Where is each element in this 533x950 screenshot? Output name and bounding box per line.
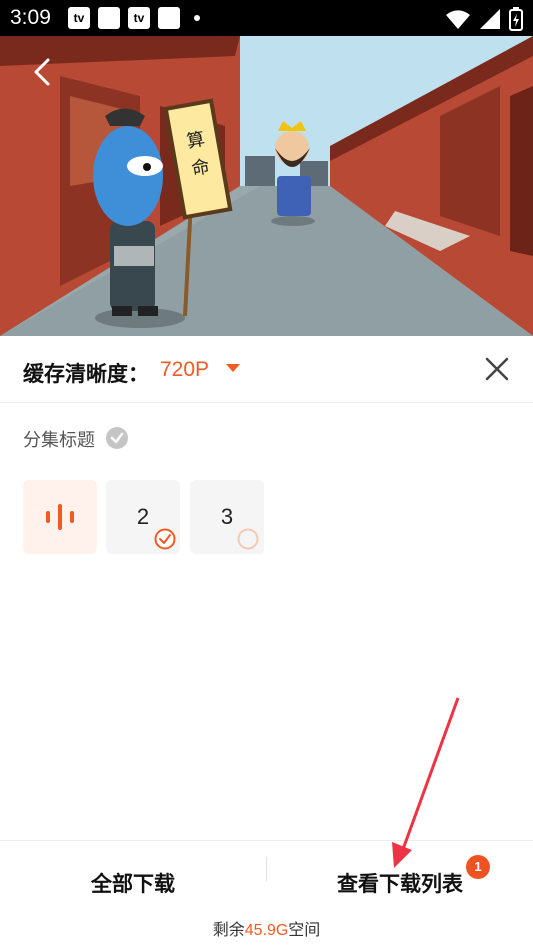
- system-icons: [445, 7, 523, 31]
- square-icon: [158, 7, 180, 29]
- back-arrow-icon[interactable]: [24, 54, 60, 90]
- sign-text-1: 算: [185, 129, 206, 153]
- resolution-label: 缓存清晰度：: [23, 363, 149, 386]
- divider: [266, 857, 267, 881]
- close-icon[interactable]: [483, 355, 511, 383]
- episode-item-1[interactable]: [23, 480, 97, 554]
- tv-icon: tv: [128, 7, 150, 29]
- episode-title-label: 分集标题: [23, 430, 95, 450]
- view-download-list-button[interactable]: 查看下载列表: [318, 868, 482, 898]
- caret-down-icon[interactable]: [226, 364, 240, 372]
- episode-item-3[interactable]: 3: [190, 480, 264, 554]
- downloaded-check-icon: [154, 528, 176, 550]
- notification-icons: tv tv: [68, 7, 200, 29]
- storage-prefix: 剩余: [212, 922, 245, 939]
- video-scene: 算 命: [0, 36, 533, 336]
- battery-icon: [509, 7, 523, 31]
- status-bar: 3:09 tv tv: [0, 0, 533, 36]
- download-all-button[interactable]: 全部下载: [60, 868, 206, 898]
- check-circle-icon[interactable]: [106, 427, 128, 449]
- storage-value: 45.9G: [244, 922, 289, 939]
- signal-icon: [480, 9, 500, 29]
- status-time: 3:09: [10, 6, 51, 29]
- storage-suffix: 空间: [288, 922, 321, 939]
- empty-circle-icon: [237, 528, 259, 550]
- wifi-icon: [446, 10, 470, 29]
- download-count-badge: 1: [466, 855, 490, 879]
- resolution-value[interactable]: 720P: [160, 358, 209, 382]
- sign-text-2: 命: [190, 156, 211, 180]
- square-icon: [98, 7, 120, 29]
- storage-info: 剩余45.9G空间: [0, 916, 533, 940]
- video-player[interactable]: 算 命: [0, 36, 533, 336]
- cache-panel-header: 缓存清晰度： 720P: [0, 336, 533, 403]
- playing-bars-icon: [46, 504, 74, 530]
- tv-icon: tv: [68, 7, 90, 29]
- dot-icon: [194, 15, 200, 21]
- episode-item-2[interactable]: 2: [106, 480, 180, 554]
